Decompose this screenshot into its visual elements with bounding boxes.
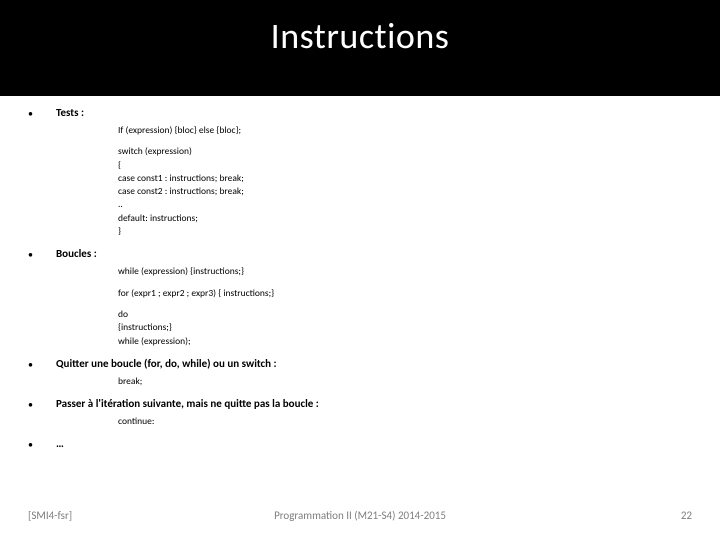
bullet-icon: • bbox=[28, 246, 56, 261]
footer-left: [SMI4-fsr] bbox=[28, 509, 72, 522]
footer: [SMI4-fsr] Programmation II (M21-S4) 201… bbox=[28, 509, 692, 522]
slide-title: Instructions bbox=[0, 0, 720, 96]
code-continue: continue: bbox=[118, 415, 692, 428]
code-line: case const1 : instructions; break; bbox=[118, 172, 692, 185]
section-quitter: • Quitter une boucle (for, do, while) ou… bbox=[28, 356, 692, 371]
footer-page-number: 22 bbox=[681, 509, 692, 522]
slide-content: • Tests : If (expression) {bloc} else {b… bbox=[28, 105, 692, 455]
code-line: {instructions;} bbox=[118, 321, 692, 334]
code-line: default: instructions; bbox=[118, 212, 692, 225]
code-line: while (expression); bbox=[118, 335, 692, 348]
section-more: • … bbox=[28, 436, 692, 451]
code-break: break; bbox=[118, 375, 692, 388]
section-label: … bbox=[56, 436, 64, 451]
code-line: do bbox=[118, 308, 692, 321]
code-line: case const2 : instructions; break; bbox=[118, 185, 692, 198]
bullet-icon: • bbox=[28, 436, 56, 451]
bullet-icon: • bbox=[28, 396, 56, 411]
code-switch: switch (expression) { case const1 : inst… bbox=[118, 145, 692, 238]
section-passer: • Passer à l'itération suivante, mais ne… bbox=[28, 396, 692, 411]
code-line: } bbox=[118, 225, 692, 238]
code-line: .. bbox=[118, 198, 692, 211]
section-label: Tests : bbox=[56, 105, 84, 120]
code-if: If (expression) {bloc} else {bloc}; bbox=[118, 124, 692, 137]
footer-center: Programmation II (M21-S4) 2014-2015 bbox=[28, 509, 692, 522]
bullet-icon: • bbox=[28, 105, 56, 120]
code-dowhile: do {instructions;} while (expression); bbox=[118, 308, 692, 348]
code-while: while (expression) {instructions;} bbox=[118, 265, 692, 278]
code-for: for (expr1 ; expr2 ; expr3) { instructio… bbox=[118, 287, 692, 300]
section-label: Quitter une boucle (for, do, while) ou u… bbox=[56, 356, 277, 371]
section-label: Boucles : bbox=[56, 246, 97, 261]
bullet-icon: • bbox=[28, 356, 56, 371]
code-line: switch (expression) bbox=[118, 145, 692, 158]
code-line: { bbox=[118, 159, 692, 172]
section-boucles: • Boucles : bbox=[28, 246, 692, 261]
section-label: Passer à l'itération suivante, mais ne q… bbox=[56, 396, 319, 411]
section-tests: • Tests : bbox=[28, 105, 692, 120]
